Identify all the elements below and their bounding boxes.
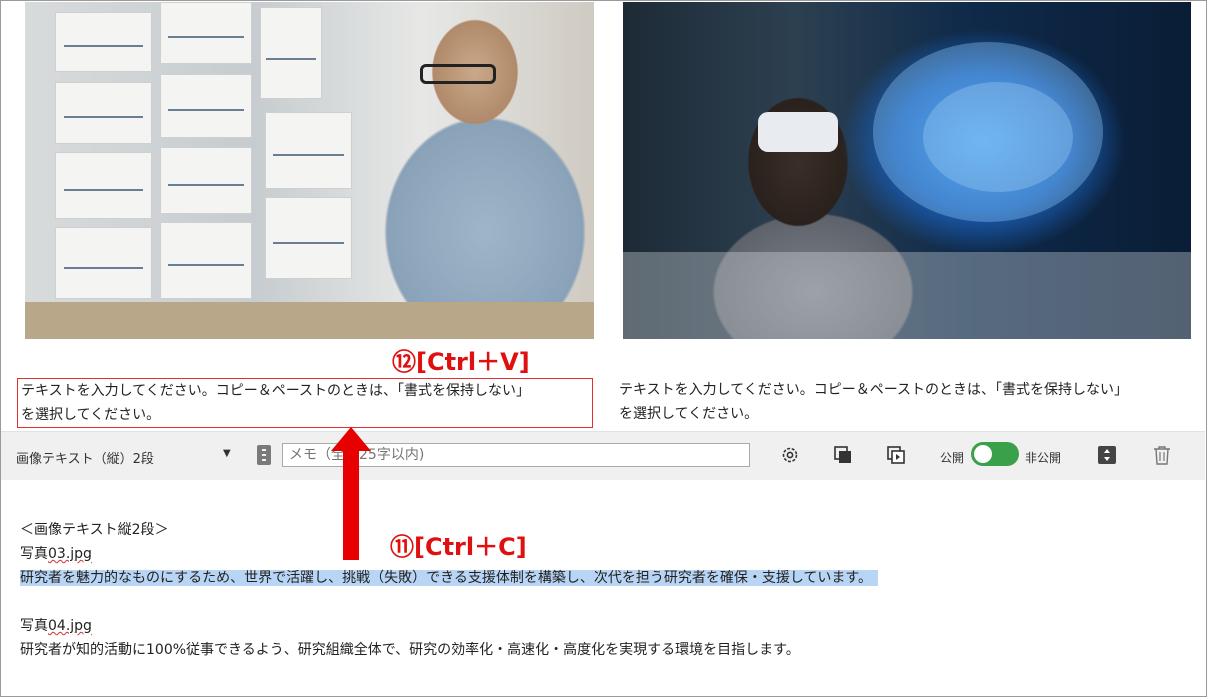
text-block-left-line1: テキストを入力してください。コピー＆ペーストのときは、「書式を保持しない」 [21, 383, 531, 399]
trash-icon[interactable] [1151, 444, 1173, 466]
text-block-right[interactable]: テキストを入力してください。コピー＆ペーストのときは、「書式を保持しない」 を選… [619, 378, 1199, 426]
image-vr-brain[interactable] [623, 2, 1191, 339]
move-icon[interactable] [1096, 444, 1118, 466]
gear-icon[interactable] [779, 444, 801, 466]
toggle-knob [974, 445, 992, 463]
photo03-filename: 03.jpg [48, 546, 92, 562]
selected-text[interactable]: 研究者を魅力的なものにするため、世界で活躍し、挑戦（失敗）できる支援体制を構築し… [20, 570, 879, 586]
editor-line-blank [20, 590, 878, 614]
public-label: 公開 [940, 451, 965, 465]
text-block-left-line2: を選択してください。 [21, 407, 161, 423]
private-label: 非公開 [1025, 451, 1062, 465]
text-editor[interactable]: ＜画像テキスト縦2段＞ 写真03.jpg 研究者を魅力的なものにするため、世界で… [20, 518, 879, 662]
block-toolbar: 画像テキスト（縦）2段 ▼ 公開 非公開 [1, 431, 1205, 480]
memo-icon [257, 445, 271, 465]
image-researcher[interactable] [25, 2, 594, 339]
annotation-step12-paste: ⑫[Ctrl＋V] [392, 348, 530, 376]
editor-line-body: 研究者が知的活動に100%従事できるよう、研究組織全体で、研究の効率化・高速化・… [20, 642, 800, 658]
chevron-down-icon[interactable]: ▼ [223, 448, 231, 459]
block-type-select[interactable]: 画像テキスト（縦）2段 [16, 448, 154, 467]
photo04-filename: 04.jpg [48, 618, 92, 634]
visibility-toggle[interactable] [971, 442, 1019, 466]
preview-icon[interactable] [885, 444, 907, 466]
text-block-right-line2: を選択してください。 [619, 406, 759, 422]
text-block-left[interactable]: テキストを入力してください。コピー＆ペーストのときは、「書式を保持しない」 を選… [17, 378, 593, 428]
editor-line-photo03: 写真03.jpg [20, 542, 878, 566]
copy-block-icon[interactable] [832, 444, 854, 466]
editor-line-photo04: 写真04.jpg [20, 614, 878, 638]
editor-line-selected[interactable]: 研究者を魅力的なものにするため、世界で活躍し、挑戦（失敗）できる支援体制を構築し… [20, 566, 879, 590]
editor-line-heading: ＜画像テキスト縦2段＞ [20, 522, 169, 538]
text-block-right-line1: テキストを入力してください。コピー＆ペーストのときは、「書式を保持しない」 [619, 382, 1129, 398]
photo03-prefix: 写真 [20, 546, 48, 562]
photo04-prefix: 写真 [20, 618, 48, 634]
